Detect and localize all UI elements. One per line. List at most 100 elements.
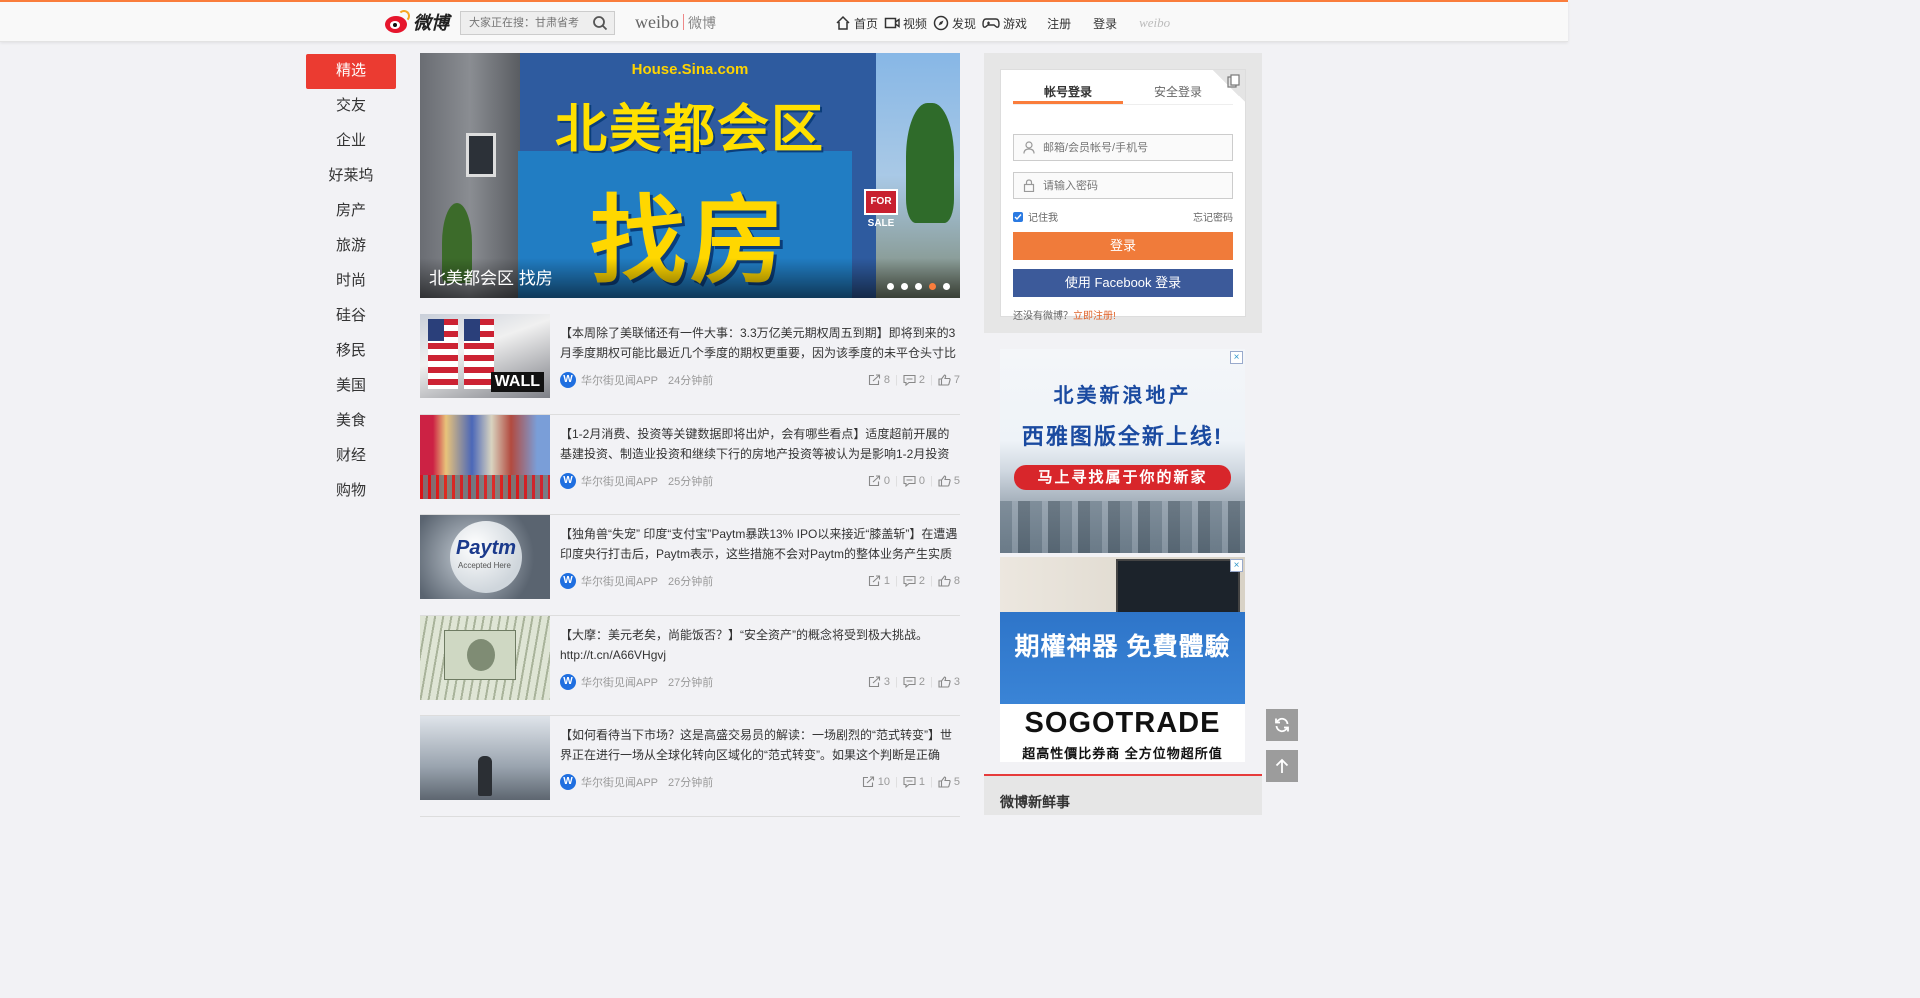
feed-item[interactable]: 【1-2月消费、投资等关键数据即将出炉，会有哪些看点】适度超前开展的基建投资、制… (420, 414, 960, 515)
feed-item[interactable]: Paytm Accepted Here 【独角兽“失宠” 印度“支付宝”Paytm暴… (420, 515, 960, 616)
register-now-link[interactable]: 立即注册! (1073, 311, 1116, 322)
feed-source[interactable]: 华尔街见闻APP (581, 674, 658, 690)
refresh-button[interactable] (1266, 709, 1298, 741)
repost-button[interactable]: 0 (868, 475, 890, 487)
channel-item-featured[interactable]: 精选 (306, 54, 396, 89)
like-button[interactable]: 8 (938, 575, 960, 587)
remember-checkbox[interactable] (1013, 211, 1023, 222)
login-button[interactable]: 登录 (1013, 232, 1233, 260)
weibo-mark[interactable]: weibo (1139, 15, 1170, 31)
ad-seattle-realestate[interactable]: 北美新浪地产 西雅图版全新上线! 马上寻找属于你的新家 × (1000, 349, 1245, 553)
carousel-dot[interactable] (901, 283, 908, 290)
feed-text[interactable]: 【独角兽“失宠” 印度“支付宝”Paytm暴跌13% IPO以来接近“膝盖斩”】… (560, 524, 960, 564)
close-icon[interactable]: × (1230, 559, 1243, 572)
channel-item-immigration[interactable]: 移民 (306, 334, 396, 369)
login-link[interactable]: 登录 (1093, 15, 1117, 32)
feed-text[interactable]: 【1-2月消费、投资等关键数据即将出炉，会有哪些看点】适度超前开展的基建投资、制… (560, 424, 960, 464)
channel-item-fashion[interactable]: 时尚 (306, 264, 396, 299)
carousel-dot[interactable] (915, 283, 922, 290)
channel-item-realestate[interactable]: 房产 (306, 194, 396, 229)
banner-caption[interactable]: 北美都会区 找房 (429, 264, 553, 289)
channel-item-travel[interactable]: 旅游 (306, 229, 396, 264)
feed-time: 27分钟前 (668, 676, 714, 689)
tab-account-login[interactable]: 帐号登录 (1013, 83, 1123, 104)
tab-secure-login[interactable]: 安全登录 (1123, 83, 1233, 104)
ad2-subline: 超高性價比券商 全方位物超所值 (1022, 746, 1223, 761)
login-box: 帐号登录 安全登录 记住我 忘记密码 登录 使用 Facebook 登录 还没有… (1000, 69, 1246, 322)
repost-count: 0 (883, 474, 891, 487)
like-button[interactable]: 5 (938, 475, 960, 487)
feed-item[interactable]: WALL 【本周除了美联储还有一件大事：3.3万亿美元期权周五到期】即将到来的3月… (420, 314, 960, 415)
remember-label[interactable]: 记住我 (1028, 209, 1058, 224)
feed-source[interactable]: 华尔街见闻APP (581, 573, 658, 589)
feed-source[interactable]: 华尔街见闻APP (581, 774, 658, 790)
search-icon[interactable] (592, 15, 608, 31)
facebook-login-button[interactable]: 使用 Facebook 登录 (1013, 269, 1233, 297)
repost-button[interactable]: 8 (868, 374, 890, 386)
feed-item[interactable]: 【如何看待当下市场？这是高盛交易员的解读：一场剧烈的“范式转变”】世界正在进行一… (420, 716, 960, 817)
forgot-password-link[interactable]: 忘记密码 (1193, 209, 1233, 224)
channel-item-food[interactable]: 美食 (306, 404, 396, 439)
channel-item-siliconvalley[interactable]: 硅谷 (306, 299, 396, 334)
check-icon (1014, 213, 1022, 220)
comment-button[interactable]: 0 (903, 475, 925, 487)
channel-item-shopping[interactable]: 购物 (306, 474, 396, 509)
feed-text[interactable]: 【本周除了美联储还有一件大事：3.3万亿美元期权周五到期】即将到来的3月季度期权… (560, 323, 960, 363)
channel-item-usa[interactable]: 美国 (306, 369, 396, 404)
repost-button[interactable]: 10 (862, 776, 890, 788)
feed-text[interactable]: 【大摩：美元老矣，尚能饭否？】“安全资产”的概念将受到极大挑战。http://t… (560, 625, 960, 665)
search-input[interactable] (461, 12, 583, 34)
feed-thumbnail[interactable] (420, 716, 550, 800)
feed-thumbnail[interactable]: WALL (420, 314, 550, 398)
source-avatar-icon[interactable]: W (560, 372, 576, 388)
channel-item-dating[interactable]: 交友 (306, 89, 396, 124)
comment-button[interactable]: 2 (903, 374, 925, 386)
nav-discover[interactable]: 发现 (933, 14, 976, 32)
password-input[interactable] (1043, 179, 1223, 192)
feed-thumbnail[interactable] (420, 414, 550, 499)
ad-sogotrade[interactable]: 期權神器 免費體驗 SOGOTRADE 超高性價比券商 全方位物超所值 × (1000, 557, 1245, 762)
comment-button[interactable]: 2 (903, 575, 925, 587)
like-button[interactable]: 5 (938, 776, 960, 788)
thumbs-up-icon (938, 575, 951, 587)
like-button[interactable]: 7 (938, 374, 960, 386)
nav-video[interactable]: 视频 (884, 14, 927, 32)
nav-home[interactable]: 首页 (835, 14, 878, 32)
source-avatar-icon[interactable]: W (560, 774, 576, 790)
feed-stats: 0 | 0 | 5 (868, 475, 960, 487)
repost-button[interactable]: 3 (868, 676, 890, 688)
channel-item-business[interactable]: 企业 (306, 124, 396, 159)
feed-thumbnail[interactable]: Paytm Accepted Here (420, 515, 550, 599)
comment-button[interactable]: 2 (903, 676, 925, 688)
back-to-top-button[interactable] (1266, 750, 1298, 782)
channel-item-finance[interactable]: 财经 (306, 439, 396, 474)
channel-item-hollywood[interactable]: 好莱坞 (306, 159, 396, 194)
repost-count: 1 (883, 575, 891, 587)
feed-stats: 3 | 2 | 3 (868, 676, 960, 688)
carousel-dot[interactable] (943, 283, 950, 290)
source-avatar-icon[interactable]: W (560, 472, 576, 489)
feed-source[interactable]: 华尔街见闻APP (581, 473, 658, 489)
username-input[interactable] (1043, 141, 1223, 154)
search-box (460, 11, 615, 35)
weibo-logo[interactable]: 微博 (384, 9, 449, 35)
register-link[interactable]: 注册 (1047, 15, 1071, 32)
source-avatar-icon[interactable]: W (560, 673, 576, 690)
repost-button[interactable]: 1 (868, 575, 890, 587)
repost-icon (868, 575, 880, 587)
feed-source[interactable]: 华尔街见闻APP (581, 372, 658, 388)
close-icon[interactable]: × (1230, 351, 1243, 364)
feed-thumbnail[interactable] (420, 615, 550, 700)
source-avatar-icon[interactable]: W (560, 573, 576, 589)
feed-item[interactable]: 【大摩：美元老矣，尚能饭否？】“安全资产”的概念将受到极大挑战。http://t… (420, 615, 960, 716)
feed-text[interactable]: 【如何看待当下市场？这是高盛交易员的解读：一场剧烈的“范式转变”】世界正在进行一… (560, 725, 960, 765)
like-button[interactable]: 3 (938, 676, 960, 688)
comment-icon (903, 575, 916, 587)
carousel-dot[interactable] (887, 283, 894, 290)
repost-icon (862, 776, 874, 788)
feed-meta: W 华尔街见闻APP 27分钟前 10 | 1 | 5 (560, 773, 960, 791)
nav-games[interactable]: 游戏 (982, 14, 1027, 32)
carousel-dot[interactable] (929, 283, 936, 290)
banner-carousel[interactable]: FOR SALE House.Sina.com 北美都会区 找房 北美都会区 找… (420, 53, 960, 298)
comment-button[interactable]: 1 (903, 776, 925, 788)
